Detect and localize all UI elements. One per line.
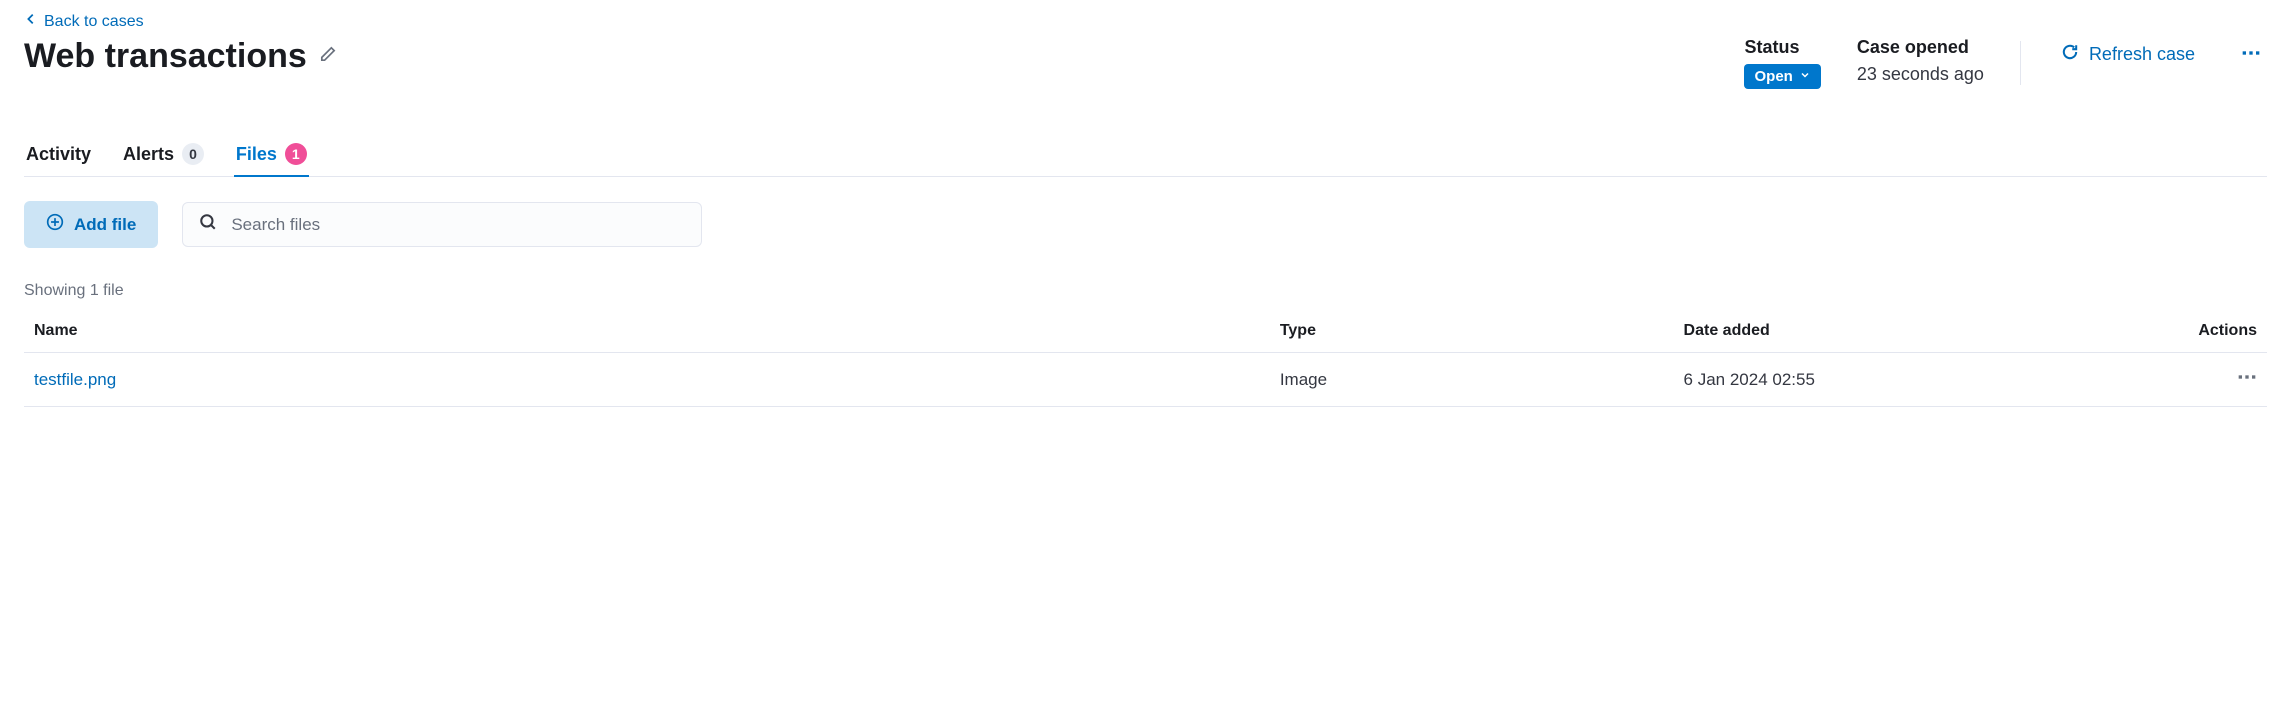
- boxes-horizontal-icon: [2237, 367, 2257, 392]
- back-to-cases-link[interactable]: Back to cases: [24, 12, 144, 31]
- status-label: Status: [1744, 37, 1820, 58]
- showing-count: Showing 1 file: [24, 282, 2267, 300]
- search-input[interactable]: [229, 214, 685, 236]
- case-opened-value: 23 seconds ago: [1857, 64, 1984, 85]
- add-file-label: Add file: [74, 215, 136, 235]
- more-actions-button[interactable]: [2235, 37, 2267, 74]
- case-opened-label: Case opened: [1857, 37, 1984, 58]
- tab-activity-label: Activity: [26, 144, 91, 165]
- tab-files-label: Files: [236, 144, 277, 165]
- table-row: testfile.png Image 6 Jan 2024 02:55: [24, 353, 2267, 407]
- file-type: Image: [1270, 353, 1674, 407]
- col-actions: Actions: [2167, 310, 2267, 353]
- tab-alerts-label: Alerts: [123, 144, 174, 165]
- status-dropdown[interactable]: Open: [1744, 64, 1820, 89]
- tab-activity[interactable]: Activity: [24, 143, 93, 177]
- col-type: Type: [1270, 310, 1674, 353]
- tab-alerts-badge: 0: [182, 143, 204, 165]
- col-date: Date added: [1674, 310, 2167, 353]
- files-table: Name Type Date added Actions testfile.pn…: [24, 310, 2267, 407]
- tab-alerts[interactable]: Alerts 0: [121, 143, 206, 177]
- row-actions-button[interactable]: [2237, 367, 2257, 392]
- file-date: 6 Jan 2024 02:55: [1674, 353, 2167, 407]
- page-title: Web transactions: [24, 37, 307, 76]
- tabs: Activity Alerts 0 Files 1: [24, 143, 2267, 177]
- boxes-horizontal-icon: [2241, 43, 2261, 68]
- add-file-button[interactable]: Add file: [24, 201, 158, 248]
- chevron-left-icon: [24, 12, 38, 31]
- divider: [2020, 41, 2021, 85]
- tab-files[interactable]: Files 1: [234, 143, 309, 177]
- edit-title-icon[interactable]: [319, 45, 337, 68]
- file-name-link[interactable]: testfile.png: [34, 370, 116, 389]
- refresh-case-button[interactable]: Refresh case: [2057, 37, 2199, 72]
- search-icon: [199, 213, 217, 236]
- search-files-field[interactable]: [182, 202, 702, 247]
- back-to-cases-label: Back to cases: [44, 13, 144, 31]
- chevron-down-icon: [1799, 68, 1811, 85]
- status-value: Open: [1754, 68, 1792, 85]
- tab-files-badge: 1: [285, 143, 307, 165]
- col-name: Name: [24, 310, 1270, 353]
- refresh-case-label: Refresh case: [2089, 44, 2195, 65]
- plus-circle-icon: [46, 213, 64, 236]
- refresh-icon: [2061, 43, 2079, 66]
